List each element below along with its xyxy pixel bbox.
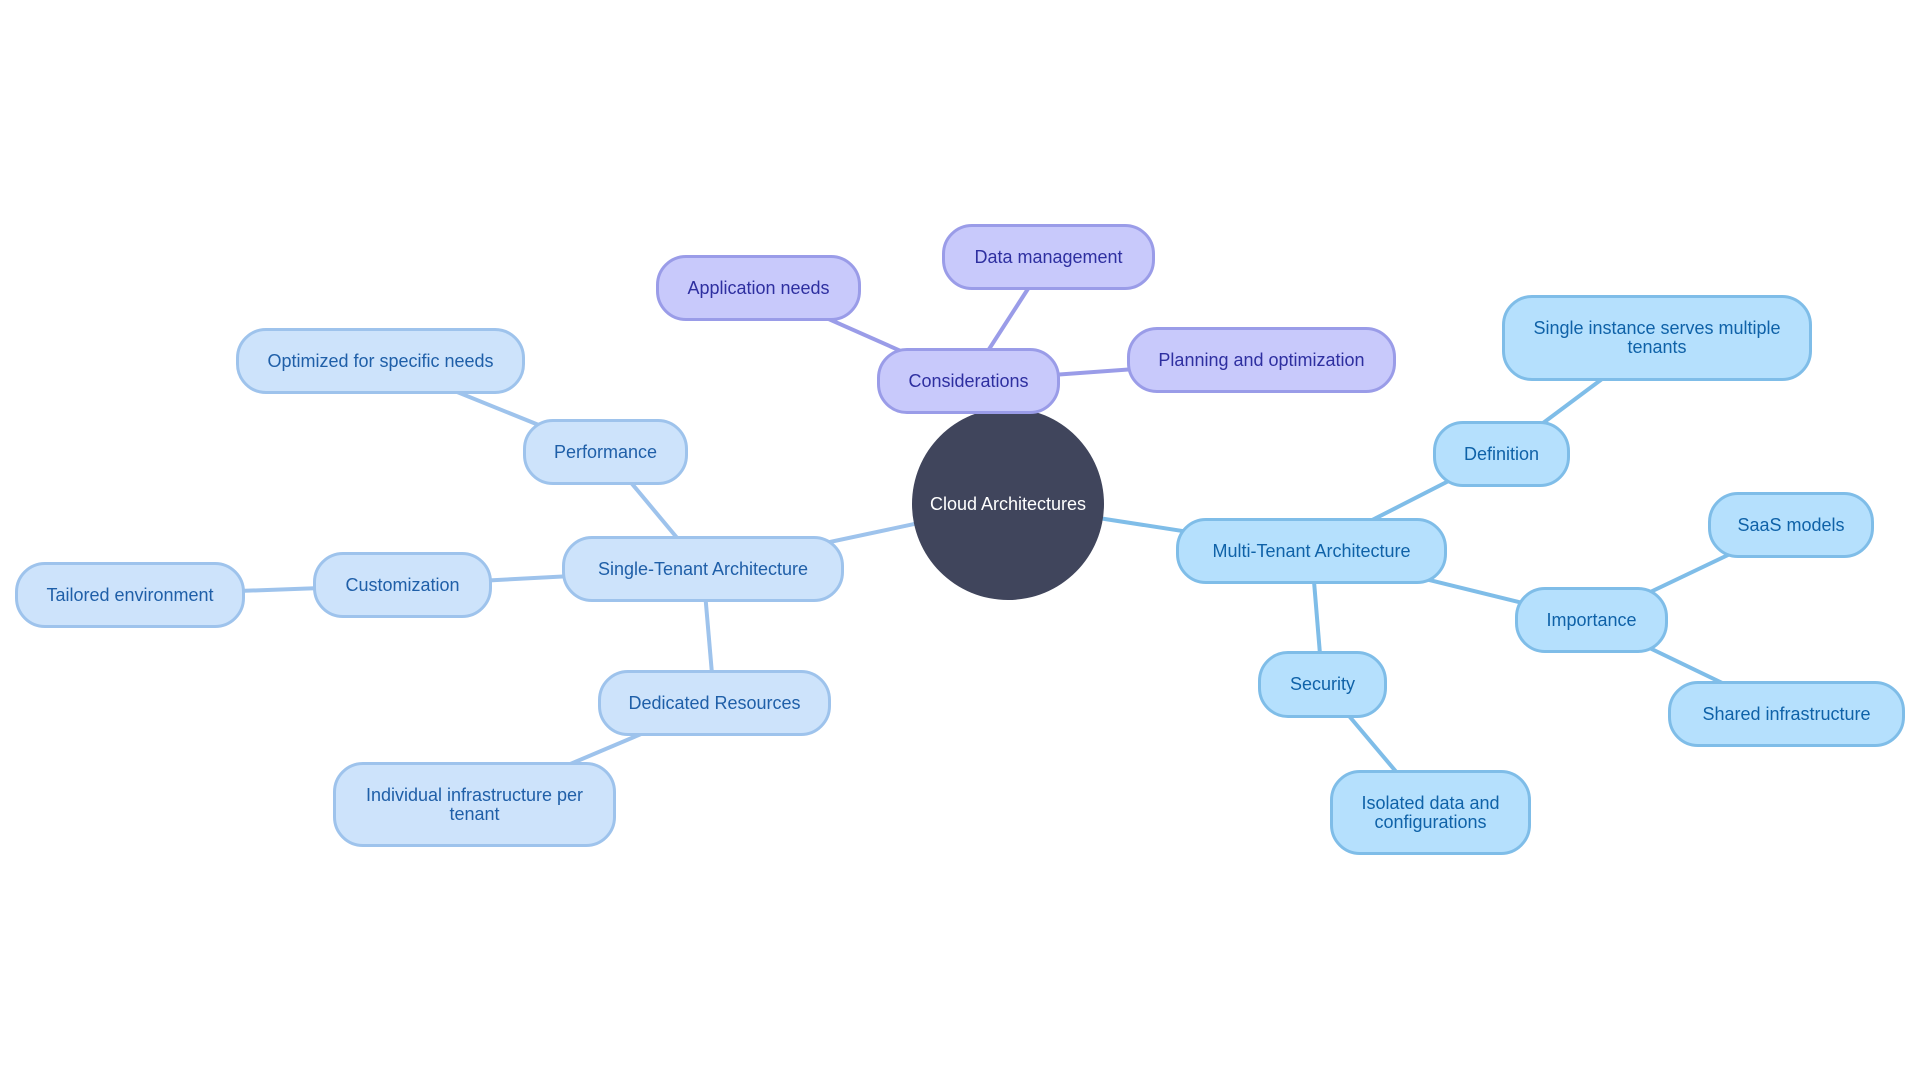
- node-label: Tailored environment: [46, 584, 214, 605]
- node-label: Definition: [1463, 443, 1540, 464]
- node-label: Dedicated Resources: [628, 692, 801, 713]
- node-isolated-data-and-configurations[interactable]: Isolated data and configurations: [1330, 770, 1531, 855]
- node-single-instance-serves-multiple-tenants[interactable]: Single instance serves multiple tenants: [1502, 295, 1812, 381]
- node-label: Optimized for specific needs: [267, 350, 494, 371]
- mindmap-canvas: Cloud Architectures Considerations Appli…: [0, 0, 1920, 1080]
- node-label: Individual infrastructure per tenant: [365, 784, 584, 824]
- node-label: Shared infrastructure: [1702, 703, 1871, 724]
- node-performance[interactable]: Performance: [523, 419, 688, 485]
- node-label: Isolated data and configurations: [1361, 792, 1500, 832]
- node-planning-and-optimization[interactable]: Planning and optimization: [1127, 327, 1396, 393]
- node-label: Planning and optimization: [1158, 349, 1365, 370]
- root-node-cloud-architectures[interactable]: Cloud Architectures: [912, 408, 1104, 600]
- node-label: Application needs: [687, 277, 830, 298]
- node-customization[interactable]: Customization: [313, 552, 492, 618]
- node-label: Multi-Tenant Architecture: [1212, 540, 1411, 561]
- node-security[interactable]: Security: [1258, 651, 1387, 718]
- node-considerations[interactable]: Considerations: [877, 348, 1060, 414]
- node-importance[interactable]: Importance: [1515, 587, 1668, 653]
- node-label: Security: [1289, 674, 1356, 694]
- root-label: Cloud Architectures: [929, 493, 1087, 514]
- node-saas-models[interactable]: SaaS models: [1708, 492, 1874, 558]
- node-application-needs[interactable]: Application needs: [656, 255, 861, 321]
- node-dedicated-resources[interactable]: Dedicated Resources: [598, 670, 831, 736]
- node-tailored-environment[interactable]: Tailored environment: [15, 562, 245, 628]
- node-individual-infrastructure-per-tenant[interactable]: Individual infrastructure per tenant: [333, 762, 616, 847]
- node-label: Customization: [345, 574, 460, 595]
- node-data-management[interactable]: Data management: [942, 224, 1155, 290]
- node-shared-infrastructure[interactable]: Shared infrastructure: [1668, 681, 1905, 747]
- node-optimized-for-specific-needs[interactable]: Optimized for specific needs: [236, 328, 525, 394]
- node-label: Single-Tenant Architecture: [597, 558, 809, 579]
- node-label: Single instance serves multiple tenants: [1533, 318, 1781, 357]
- node-label: Data management: [974, 246, 1123, 267]
- node-definition[interactable]: Definition: [1433, 421, 1570, 487]
- node-label: Considerations: [908, 370, 1029, 391]
- node-label: Importance: [1546, 609, 1637, 630]
- node-label: Performance: [553, 441, 658, 462]
- node-single-tenant-architecture[interactable]: Single-Tenant Architecture: [562, 536, 844, 602]
- node-label: SaaS models: [1737, 514, 1845, 535]
- node-multi-tenant-architecture[interactable]: Multi-Tenant Architecture: [1176, 518, 1447, 584]
